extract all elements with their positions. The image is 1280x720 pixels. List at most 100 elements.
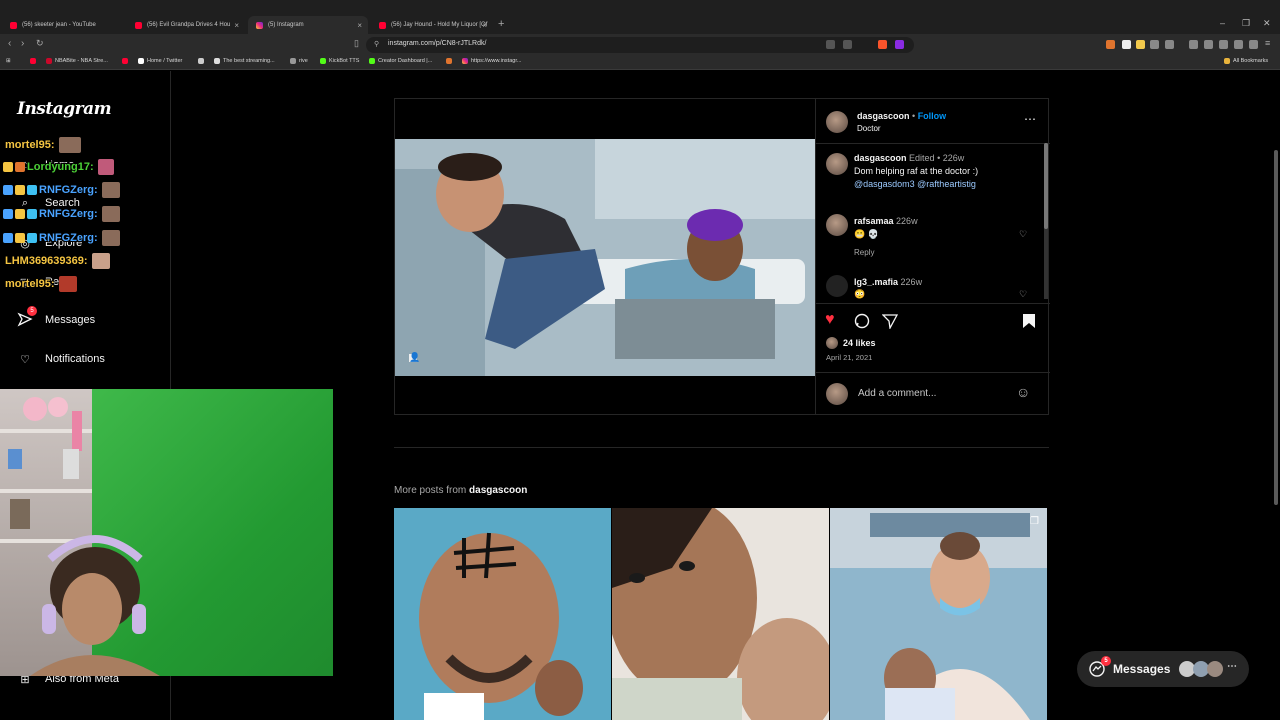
close-window-icon[interactable]: ✕ xyxy=(1263,18,1271,29)
grid-post-1[interactable] xyxy=(394,508,611,720)
liked-heart-icon[interactable]: ♥ xyxy=(825,311,835,329)
tab-youtube-jayhound[interactable]: (56) Jay Hound - Hold My Liquor [Of × xyxy=(371,16,493,34)
extension-icon[interactable] xyxy=(1136,40,1145,49)
comment-icon[interactable] xyxy=(854,313,870,334)
commenter-avatar[interactable] xyxy=(826,214,848,236)
author-avatar[interactable] xyxy=(826,153,848,175)
bookmark-item[interactable]: NBABite - NBA Stre... xyxy=(46,58,108,64)
minimize-icon[interactable]: – xyxy=(1220,18,1225,28)
nav-notifications[interactable]: ♡ Notifications xyxy=(17,351,105,367)
close-tab-icon[interactable]: × xyxy=(357,21,362,30)
close-tab-icon[interactable]: × xyxy=(482,21,487,30)
more-posts-username[interactable]: dasgascoon xyxy=(469,485,527,496)
extension-icon[interactable] xyxy=(1219,40,1228,49)
divider xyxy=(816,303,1050,304)
chat-message: mortel95: xyxy=(5,137,81,153)
chat-username: RNFGZerg: xyxy=(39,184,98,196)
bookmark-item[interactable]: https://www.instagr... xyxy=(462,58,521,64)
sub-badge-icon xyxy=(15,209,25,219)
bookmark-item[interactable]: Home / Twitter xyxy=(138,58,182,64)
tagged-user-icon[interactable]: 👤 xyxy=(409,352,420,363)
emoji-icon[interactable]: ☺ xyxy=(1016,384,1030,400)
caption-mentions[interactable]: @dasgasdom3 @raftheartistig xyxy=(854,179,976,189)
grid-post-3[interactable]: ❐ xyxy=(830,508,1047,720)
url-text: instagram.com/p/CN8-rJTLRdk/ xyxy=(388,40,487,47)
tab-instagram[interactable]: (5) Instagram × xyxy=(248,16,368,34)
brave-shield-icon[interactable] xyxy=(878,40,887,49)
bookmark-item[interactable] xyxy=(198,58,207,64)
tab-youtube-grandpa[interactable]: (56) Evil Grandpa Drives 4 Hou × xyxy=(127,16,245,34)
chat-message: Lordyung17: xyxy=(3,159,114,175)
tab-youtube-skeeter[interactable]: (56) skeeter jean - YouTube xyxy=(2,16,124,34)
author-avatar[interactable] xyxy=(826,111,848,133)
follow-button[interactable]: Follow xyxy=(918,111,947,121)
divider xyxy=(816,372,1050,373)
more-options-icon[interactable]: ⋯ xyxy=(1024,112,1036,126)
bookmark-icon[interactable]: ▯ xyxy=(354,38,359,49)
media-icon[interactable] xyxy=(1189,40,1198,49)
forward-icon[interactable]: › xyxy=(21,38,24,49)
author-username[interactable]: dasgascoon xyxy=(857,111,910,121)
caption-username[interactable]: dasgascoon xyxy=(854,153,907,163)
apps-icon[interactable]: ⊞ xyxy=(6,58,11,64)
messages-floating-button[interactable]: 5 Messages ⋯ xyxy=(1077,651,1249,687)
bookmark-item[interactable] xyxy=(122,58,131,64)
extension-icon[interactable] xyxy=(1165,40,1174,49)
streamer-image xyxy=(30,535,160,676)
zoom-icon[interactable] xyxy=(843,40,852,49)
like-comment-icon[interactable]: ♡ xyxy=(1019,289,1027,300)
comment-age: 226w xyxy=(896,216,918,226)
close-tab-icon[interactable]: × xyxy=(234,21,239,30)
caption-text: Dom helping raf at the doctor :) xyxy=(854,166,979,176)
profile-icon[interactable] xyxy=(1249,40,1258,49)
sidebar-icon[interactable] xyxy=(1204,40,1213,49)
page-scrollbar[interactable] xyxy=(1274,150,1278,505)
restore-icon[interactable]: ❐ xyxy=(1242,18,1250,29)
reply-button[interactable]: Reply xyxy=(854,248,874,257)
comment-text: 😳 xyxy=(854,289,866,299)
menu-icon[interactable]: ≡ xyxy=(1265,38,1270,48)
bookmark-item[interactable]: rive xyxy=(290,58,308,64)
bookmark-item[interactable]: KickBot TTS xyxy=(320,58,359,64)
bookmark-item[interactable] xyxy=(446,58,455,64)
save-icon[interactable] xyxy=(1022,313,1036,334)
new-tab-button[interactable]: + xyxy=(498,18,504,30)
post-location[interactable]: Doctor xyxy=(857,124,881,133)
bookmark-item[interactable]: Creator Dashboard |... xyxy=(369,58,432,64)
bookmark-item[interactable]: The best streaming... xyxy=(214,58,275,64)
back-icon[interactable]: ‹ xyxy=(8,38,11,49)
messenger-icon: 5 xyxy=(1089,656,1111,677)
grid-post-2[interactable] xyxy=(612,508,829,720)
extension-icon xyxy=(446,58,452,64)
comment-username[interactable]: rafsamaa xyxy=(854,216,894,226)
more-posts-heading: More posts from dasgascoon xyxy=(394,485,527,496)
add-comment-input[interactable]: Add a comment... xyxy=(858,388,936,399)
comment-text: 😬 💀 xyxy=(854,229,879,239)
brave-rewards-icon[interactable] xyxy=(895,40,904,49)
instagram-page: Instagram ⌂ Home ⌕ Search ◎ Explore ▣ Re… xyxy=(0,71,1280,720)
reload-icon[interactable]: ↻ xyxy=(36,38,44,49)
tab-label: (56) skeeter jean - YouTube xyxy=(22,22,96,28)
extension-icon[interactable] xyxy=(1106,40,1115,49)
nav-messages[interactable]: 5 Messages xyxy=(17,306,95,328)
share-icon[interactable] xyxy=(881,313,899,334)
extension-icon[interactable] xyxy=(1122,40,1131,49)
heart-icon: ♡ xyxy=(20,353,30,366)
all-bookmarks[interactable]: All Bookmarks xyxy=(1224,58,1268,64)
comment-username[interactable]: lg3_.mafia xyxy=(854,277,898,287)
commenter-avatar[interactable] xyxy=(826,275,848,297)
instagram-logo[interactable]: Instagram xyxy=(17,99,112,119)
bookmark-item[interactable] xyxy=(30,58,39,64)
post-image[interactable] xyxy=(395,139,815,376)
chat-message: RNFGZerg: xyxy=(3,230,120,246)
extension-icon[interactable] xyxy=(1150,40,1159,49)
like-comment-icon[interactable]: ♡ xyxy=(1019,229,1027,240)
emote-image xyxy=(101,206,120,222)
browser-tab-bar: (56) skeeter jean - YouTube (56) Evil Gr… xyxy=(0,0,1280,34)
comments-scrollbar[interactable] xyxy=(1044,143,1048,299)
likes-count[interactable]: 24 likes xyxy=(843,338,876,348)
cast-icon[interactable] xyxy=(826,40,835,49)
chat-username: Lordyung17: xyxy=(27,161,94,173)
site-info-icon[interactable]: ⚲ xyxy=(374,40,379,48)
extension-icon[interactable] xyxy=(1234,40,1243,49)
